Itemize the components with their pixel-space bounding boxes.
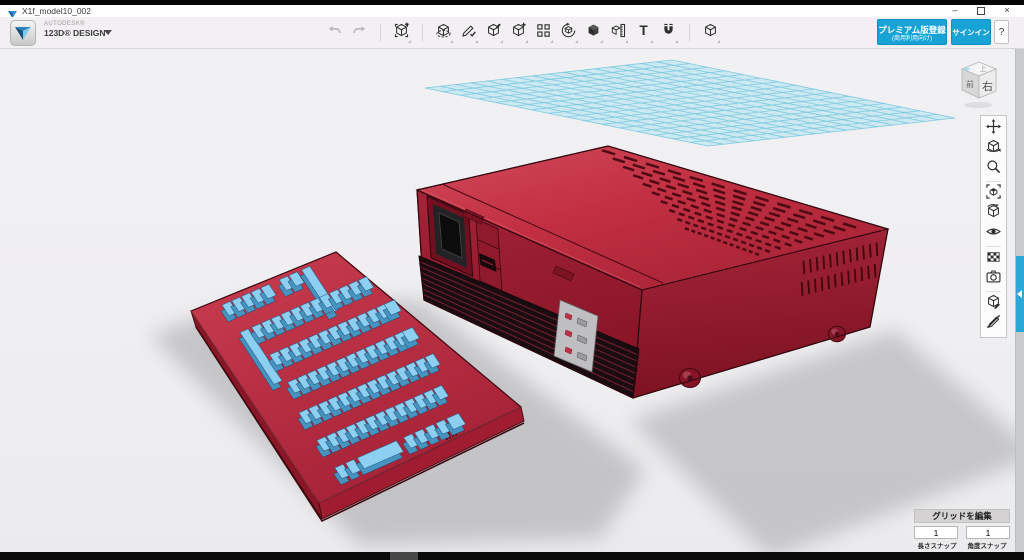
document-title: X1f_model10_002 [22,6,91,16]
insert-primitive-button[interactable] [392,23,411,42]
construct-button[interactable] [484,23,503,42]
sign-in-button[interactable]: サインイン [951,19,991,45]
view-cube-right-label: 右 [982,79,993,93]
view-icon [702,22,719,44]
toolbar-separator [422,24,423,42]
material-button[interactable] [983,249,1004,269]
premium-register-button[interactable]: プレミアム版登録 (商用利用向け) [877,19,947,45]
scene-3d[interactable] [0,49,1024,552]
toggle-sketch-visibility-button[interactable] [983,314,1004,334]
snapshot-icon [985,268,1002,290]
toolbar-separator [986,291,1001,292]
length-snap-label: 長さスナップ [914,540,960,550]
view-button[interactable] [701,23,720,42]
tool-strip: T [325,20,720,45]
angle-snap-input[interactable] [966,526,1010,539]
transform-button[interactable] [434,23,453,42]
grouping-icon [560,22,577,44]
toolbar-separator [986,181,1001,182]
premium-label: プレミアム版登録 [878,24,946,36]
premium-sublabel: (商用利用向け) [878,36,946,43]
snap-icon [660,22,677,44]
navigation-toolbar [980,115,1007,338]
view-cube[interactable]: 上 前 右 [956,59,1002,111]
orbit-button[interactable] [983,139,1004,159]
brand-autodesk: AUTODESK® [44,21,106,27]
panel-collapse-tab[interactable] [1016,256,1024,332]
viewport[interactable]: 上 前 右 グリッドを編集 長さスナップ 角度スナップ [0,49,1024,552]
shaded-icon [985,293,1002,315]
construct-icon [485,22,502,44]
combine-button[interactable] [584,23,603,42]
view-cube-top-label: 上 [980,64,987,73]
grouping-button[interactable] [559,23,578,42]
redo-icon [351,22,368,44]
close-button[interactable]: × [994,5,1020,17]
visibility-button[interactable] [983,224,1004,244]
fit-icon [985,183,1002,205]
toggle-shaded-button[interactable] [983,294,1004,314]
grid-edit-button[interactable]: グリッドを編集 [914,509,1010,523]
window-controls: – × [942,5,1020,17]
snapshot-button[interactable] [983,269,1004,289]
app-window: X1f_model10_002 – × AUTODESK® 123D® DESI… [0,0,1024,560]
minimize-button[interactable]: – [942,5,968,17]
zoom-icon [985,158,1002,180]
look-at-icon [985,203,1002,225]
length-snap-input[interactable] [914,526,958,539]
sketch-button[interactable] [459,23,478,42]
material-icon [985,248,1002,270]
modify-button[interactable] [509,23,528,42]
toolbar-separator [689,24,690,42]
toolbar-separator [380,24,381,42]
taskbar-strip [0,552,1024,560]
app-menu-logo[interactable] [10,20,36,46]
angle-snap-label: 角度スナップ [964,540,1010,550]
undo-icon [326,22,343,44]
pattern-button[interactable] [534,23,553,42]
measure-icon [610,22,627,44]
undo-button[interactable] [325,23,344,42]
import-icon [393,22,410,44]
pan-button[interactable] [983,119,1004,139]
fit-button[interactable] [983,184,1004,204]
transform-icon [435,22,452,44]
modify-icon [510,22,527,44]
help-button[interactable]: ? [994,20,1009,44]
toolbar-separator [986,246,1001,247]
main-toolbar: AUTODESK® 123D® DESIGN T プレミアム版登録 (商用利用向… [0,17,1024,49]
redo-button[interactable] [350,23,369,42]
arrow-left-icon [1017,290,1022,298]
pan-icon [985,118,1002,140]
sketch-icon [460,22,477,44]
chevron-down-icon[interactable] [104,30,112,35]
pattern-icon [535,22,552,44]
view-cube-front-label: 前 [966,79,974,89]
taskbar-app-segment [390,552,418,560]
sketch-vis-icon [985,313,1002,335]
text-button[interactable]: T [634,23,653,42]
view-cube-shadow [964,102,992,108]
snap-button[interactable] [659,23,678,42]
maximize-button[interactable] [968,5,994,17]
svg-text:T: T [639,23,648,38]
combine-icon [585,22,602,44]
restore-icon [977,7,985,15]
look-at-button[interactable] [983,204,1004,224]
measure-button[interactable] [609,23,628,42]
orbit-icon [985,138,1002,160]
zoom-button[interactable] [983,159,1004,179]
grid-settings-panel: グリッドを編集 長さスナップ 角度スナップ [914,509,1010,550]
brand-product: 123D® DESIGN [44,29,106,38]
brand: AUTODESK® 123D® DESIGN [44,21,106,38]
visibility-icon [985,223,1002,245]
text-icon: T [635,22,652,44]
